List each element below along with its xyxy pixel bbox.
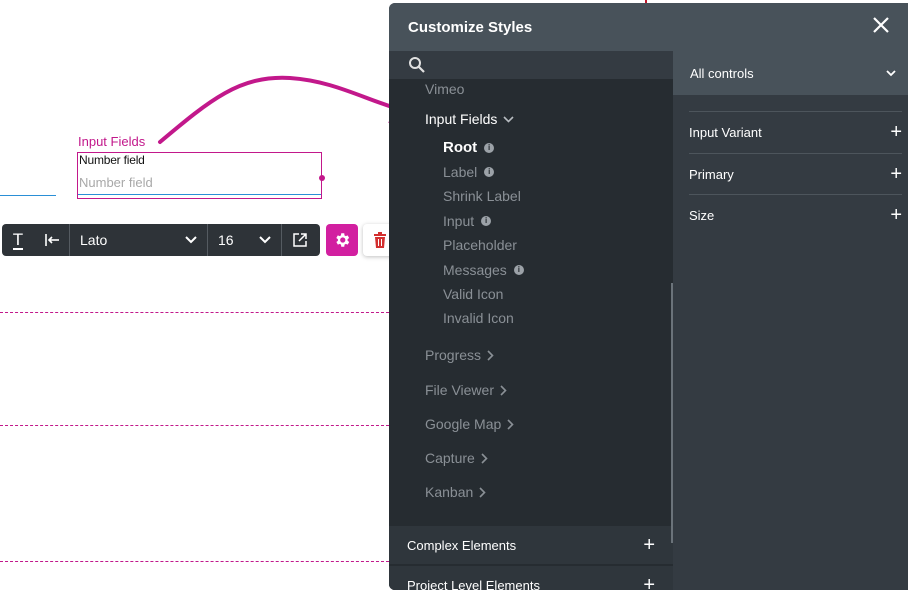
align-left-icon [44,234,59,246]
tree-item-shrink-label[interactable]: Shrink Label [443,188,521,204]
tree-group-label: Vimeo [425,81,465,97]
section-divider [0,425,389,426]
field-underline [78,194,321,195]
section-label: Complex Elements [407,537,517,553]
tree-item-input[interactable]: Input i [443,213,492,229]
info-icon[interactable]: i [513,265,524,275]
tree-item-label: Valid Icon [443,286,504,302]
tree-item-label: Root [443,139,478,156]
plus-icon[interactable]: + [643,574,655,591]
tree-group-label: Capture [425,450,475,466]
chevron-down-icon [503,115,514,123]
tree-item-invalid-icon[interactable]: Invalid Icon [443,310,514,326]
property-input-variant[interactable]: Input Variant + [689,111,902,152]
tree-group-file-viewer[interactable]: File Viewer [425,382,507,398]
section-divider [0,312,389,313]
tree-group-kanban[interactable]: Kanban [425,484,486,500]
tree-group-progress[interactable]: Progress [425,347,494,363]
customize-styles-panel: Customize Styles Vimeo Input Fields Root… [389,3,908,590]
chevron-right-icon [481,452,488,464]
tree-item-valid-icon[interactable]: Valid Icon [443,286,503,302]
tree-group-capture[interactable]: Capture [425,450,488,466]
trash-icon [373,232,386,248]
number-field-component[interactable]: Number field Number field [77,152,325,199]
tree-item-label: Invalid Icon [443,310,514,326]
property-label: Input Variant [689,124,762,140]
tree-item-root[interactable]: Root i [443,139,495,156]
tree-item-label: Shrink Label [443,188,521,204]
settings-button[interactable] [326,224,358,256]
text-toolbar: T Lato 16 [2,224,320,256]
controls-select-value: All controls [690,65,754,81]
chevron-right-icon [479,486,486,498]
tree-group-label: Google Map [425,416,502,432]
property-label: Primary [689,166,734,182]
plus-icon[interactable]: + [890,163,902,186]
plus-icon[interactable]: + [643,534,655,557]
chevron-down-icon [259,236,271,244]
open-external-button[interactable] [282,224,318,256]
tree-group-input-fields[interactable]: Input Fields [425,111,514,127]
panel-title: Customize Styles [408,19,533,36]
close-icon[interactable] [871,15,891,35]
external-link-icon [293,233,307,247]
property-primary[interactable]: Primary + [689,153,902,194]
tree-group-label: File Viewer [425,382,494,398]
field-label: Number field [79,153,145,167]
tree-item-placeholder[interactable]: Placeholder [443,237,517,253]
component-label: Input Fields [78,134,146,149]
info-icon[interactable]: i [484,167,495,177]
font-family-value: Lato [80,232,108,248]
tree-group-label: Kanban [425,484,474,500]
property-label: Size [689,207,715,223]
tree-item-messages[interactable]: Messages i [443,262,524,278]
panel-header: Customize Styles [389,3,908,51]
plus-icon[interactable]: + [890,204,902,227]
text-icon: T [12,229,24,250]
font-size-select[interactable]: 16 [208,224,282,256]
annotation-arrow [158,75,424,144]
search-input[interactable] [389,51,673,79]
info-icon[interactable]: i [481,216,492,226]
field-placeholder[interactable]: Number field [79,175,153,190]
tree-item-label: Input [443,213,475,229]
tree-item-label: Label [443,164,478,180]
chevron-right-icon [500,384,507,396]
section-label: Project Level Elements [407,577,540,591]
element-tree: Vimeo Input Fields Root i Label i Shrink… [389,51,673,590]
font-size-value: 16 [218,232,234,248]
tree-group-google-map[interactable]: Google Map [425,416,514,432]
resize-handle[interactable] [319,175,325,181]
search-icon [409,57,425,73]
plus-icon[interactable]: + [890,121,902,144]
controls-select[interactable]: All controls [673,51,908,95]
section-project-level-elements[interactable]: Project Level Elements + [389,566,673,590]
chevron-right-icon [487,349,494,361]
gear-icon [336,233,350,247]
section-complex-elements[interactable]: Complex Elements + [389,526,673,564]
canvas-element-edge [0,195,56,196]
tree-group-label: Input Fields [425,111,498,127]
tree-item-label: Messages [443,262,507,278]
properties-column: All controls Input Variant + Primary + S… [673,51,908,590]
chevron-down-icon [185,236,197,244]
section-divider [0,561,389,562]
tree-item-label[interactable]: Label i [443,164,495,180]
align-button[interactable] [34,224,70,256]
chevron-down-icon [886,69,896,76]
tree-item-label: Placeholder [443,237,517,253]
info-icon[interactable]: i [484,142,495,153]
tree-group-vimeo[interactable]: Vimeo [425,81,464,97]
font-family-select[interactable]: Lato [70,224,208,256]
tree-group-label: Progress [425,347,482,363]
text-style-button[interactable]: T [2,224,34,256]
property-size[interactable]: Size + [689,194,902,235]
chevron-right-icon [507,418,514,430]
